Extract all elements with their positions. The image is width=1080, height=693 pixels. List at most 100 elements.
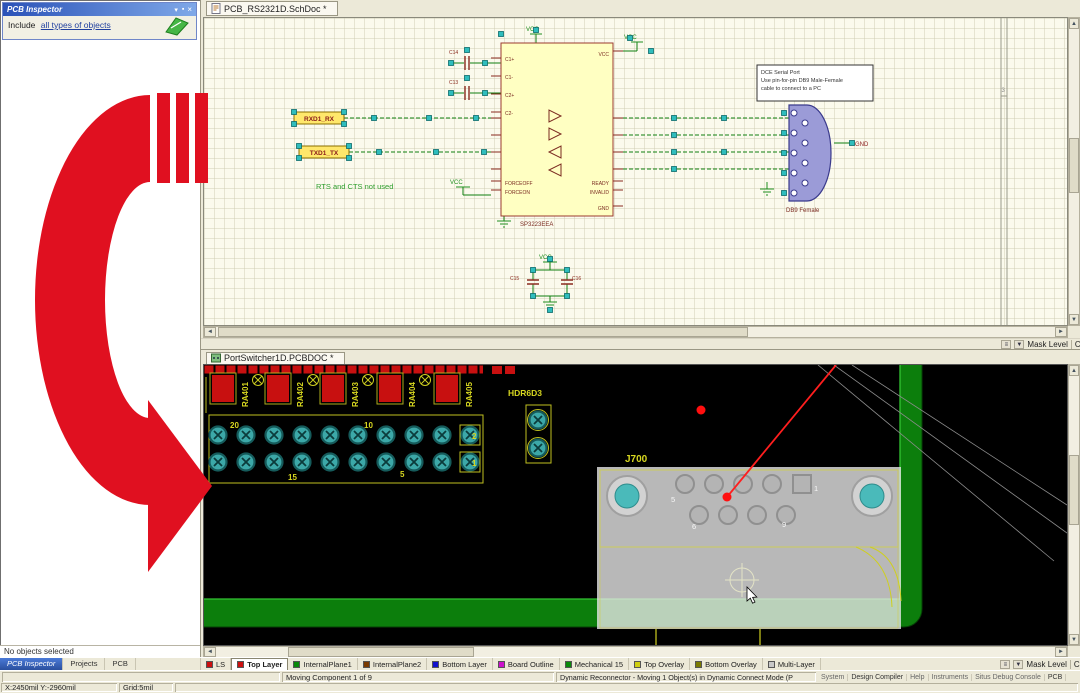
ic-pin-forceon: FORCEON [505,190,530,196]
layer-color-chip [634,661,641,668]
coordbar-empty-cell [175,683,1078,692]
layer-color-chip [206,661,213,668]
ic-pin-c2m: C2- [505,111,513,117]
scroll-thumb[interactable] [1069,455,1079,525]
net-label-txd[interactable]: TXD1_TX [299,146,349,158]
mask-level-button[interactable]: Mask Level [1026,660,1066,669]
tab-schdoc[interactable]: PCB_RS2321D.SchDoc * [206,1,338,16]
ra-label: RA405 [465,382,474,407]
schematic-sheet: 3 VCC VCC VCC VCC [204,18,1067,325]
left-panel-tabs: PCB Inspector Projects PCB [0,657,200,670]
layer-tab-internalplane2[interactable]: InternalPlane2 [358,658,427,671]
gnd-net-label: GND [855,142,869,148]
scroll-down-button[interactable]: ▼ [1069,634,1079,645]
layer-tab-top-overlay[interactable]: Top Overlay [629,658,690,671]
header-pin-5: 5 [400,470,405,479]
include-label: Include [8,20,35,30]
layer-tab-bottom-overlay[interactable]: Bottom Overlay [690,658,763,671]
pcb-board: RA401 RA402 RA403 RA404 RA405 [204,365,1067,645]
moving-db9-component[interactable]: 5 1 6 9 [597,467,901,629]
schdoc-tab-label: PCB_RS2321D.SchDoc * [224,4,327,14]
scroll-right-button[interactable]: ► [1055,647,1067,657]
header-pin-20: 20 [230,421,239,430]
scroll-left-button[interactable]: ◄ [204,647,216,657]
ic-pin-forceoff: FORCEOFF [505,181,533,187]
mask-level-button[interactable]: Mask Level [1027,340,1067,349]
tab-pcb-inspector[interactable]: PCB Inspector [0,658,62,670]
layer-color-chip [768,661,775,668]
hdr-label: HDR6D3 [508,388,542,398]
layer-tab-internalplane1[interactable]: InternalPlane1 [288,658,357,671]
include-objects-link[interactable]: all types of objects [41,20,111,30]
db9-connector-symbol[interactable]: DB9 Female [786,105,831,214]
net-label-rxd[interactable]: RXD1_RX [294,112,344,124]
menu-instruments[interactable]: Instruments [929,674,973,681]
schematic-vscrollbar[interactable]: ▲ ▼ [1068,17,1080,326]
list-icon[interactable]: ≡ [1001,340,1011,349]
close-icon[interactable]: × [187,5,192,14]
layer-color-chip [695,661,702,668]
schematic-note-box[interactable]: DCE Serial Port Use pin-for-pin DB9 Male… [757,65,873,101]
scroll-thumb[interactable] [288,647,474,657]
clear-button[interactable]: Clear [1075,340,1080,349]
note-line-1: DCE Serial Port [761,70,800,76]
layer-color-chip [363,661,370,668]
header-pin-1: 1 [472,459,477,468]
svg-text:TXD1_TX: TXD1_TX [310,150,339,157]
vcc-label: VCC [450,180,463,186]
menu-system[interactable]: System [818,674,848,681]
chevron-down-icon[interactable]: ▾ [174,6,178,14]
tab-pcb[interactable]: PCB [105,658,135,670]
clear-button[interactable]: Clear [1074,660,1080,669]
pcbdoc-tab-label: PortSwitcher1D.PCBDOC * [224,353,334,363]
altium-workspace: PCB Inspector ▾ ▪ × Include all types of… [0,0,1080,693]
scroll-down-button[interactable]: ▼ [1069,314,1079,325]
layer-tab-multi-layer[interactable]: Multi-Layer [763,658,821,671]
pcb-vscrollbar[interactable]: ▲ ▼ [1068,364,1080,646]
scroll-thumb[interactable] [218,327,748,337]
inspector-status: No objects selected [0,645,200,657]
panel-title: PCB Inspector [7,5,172,14]
scroll-right-button[interactable]: ► [1055,327,1067,337]
menu-situs-debug-console[interactable]: Situs Debug Console [972,674,1045,681]
status-mode: Dynamic Reconnector - Moving 1 Object(s)… [556,672,816,682]
filter-icon[interactable]: ▼ [1013,660,1023,669]
menu-design-compiler[interactable]: Design Compiler [848,674,907,681]
schdoc-icon [211,3,221,14]
layer-tab-mechanical15[interactable]: Mechanical 15 [560,658,629,671]
db9-pad-9: 9 [782,520,786,529]
list-icon[interactable]: ≡ [1000,660,1010,669]
layer-set-button[interactable]: LS [200,658,231,671]
tab-projects[interactable]: Projects [62,658,105,670]
layer-tab-bottom-layer[interactable]: Bottom Layer [427,658,493,671]
j700-label: J700 [625,454,648,465]
pcb-inspector-panel: PCB Inspector ▾ ▪ × Include all types of… [2,2,197,40]
pcb-canvas[interactable]: RA401 RA402 RA403 RA404 RA405 [203,364,1068,646]
status-moving: Moving Component 1 of 9 [282,672,554,682]
layer-color-chip [565,661,572,668]
filter-icon[interactable]: ▼ [1014,340,1024,349]
rs232-transceiver-ic[interactable]: C1+ C1- C2+ C2- FORCEOFF FORCEON VCC REA… [491,43,623,228]
layer-color-chip [498,661,505,668]
layer-tabs-bar: LS Top Layer InternalPlane1 InternalPlan… [200,657,1080,670]
ra-label: RA404 [408,382,417,407]
schematic-canvas[interactable]: 3 VCC VCC VCC VCC [203,17,1068,326]
status-bar: Moving Component 1 of 9 Dynamic Reconnec… [0,670,1080,682]
tab-pcbdoc[interactable]: PortSwitcher1D.PCBDOC * [206,352,345,365]
schematic-hscrollbar[interactable]: ◄ ► [203,326,1068,338]
scroll-thumb[interactable] [1069,138,1079,193]
scroll-up-button[interactable]: ▲ [1069,365,1079,376]
layer-tab-top-layer[interactable]: Top Layer [231,658,288,671]
ic-pin-gnd: GND [598,206,610,212]
db9-pad-5: 5 [671,495,675,504]
layer-color-chip [432,661,439,668]
panel-titlebar[interactable]: PCB Inspector ▾ ▪ × [3,3,196,16]
menu-pcb[interactable]: PCB [1045,674,1066,681]
cap-c13-label: C13 [449,80,458,86]
pin-icon[interactable]: ▪ [182,6,184,13]
ra-label: RA401 [241,382,250,407]
layer-tab-board-outline[interactable]: Board Outline [493,658,560,671]
menu-help[interactable]: Help [907,674,928,681]
ic-pin-vcc: VCC [598,52,609,58]
scroll-up-button[interactable]: ▲ [1069,18,1079,29]
